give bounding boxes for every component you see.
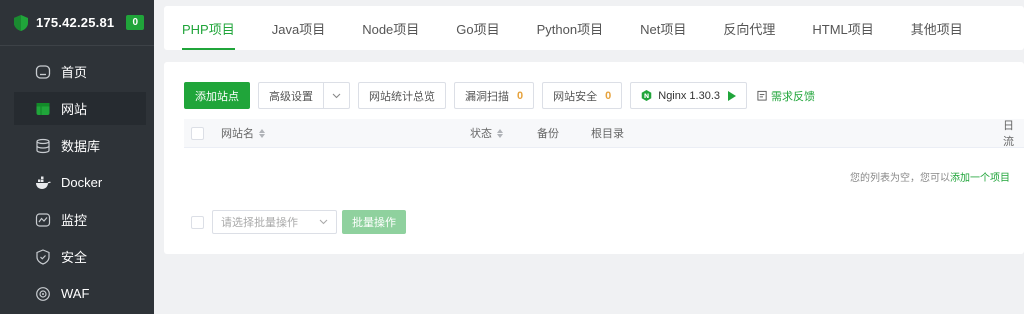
docker-icon [35,175,51,191]
sidebar-item-label: 安全 [61,250,88,265]
sidebar-item-label: 监控 [61,213,88,228]
shield-check-icon [35,248,51,265]
server-header: 175.42.25.81 0 [0,0,154,46]
sidebar-menu: 首页 网站 数据库 Docker 监控 安全 WAF [0,53,154,312]
tab-php[interactable]: PHP项目 [182,6,235,50]
tab-html[interactable]: HTML项目 [812,6,873,50]
batch-select[interactable]: 请选择批量操作 [212,210,337,234]
monitor-icon [35,212,51,228]
toolbar: 添加站点 高级设置 网站统计总览 漏洞扫描 0 网站安全 0 N Nginx 1… [184,82,815,109]
database-icon [35,138,51,154]
tab-go[interactable]: Go项目 [456,6,499,50]
table-header: 网站名 状态 备份 根目录 日流 [184,119,1024,148]
sidebar-item-label: 网站 [61,102,88,117]
server-ip: 175.42.25.81 [36,15,115,30]
nginx-button[interactable]: N Nginx 1.30.3 [630,82,748,109]
waf-icon [35,286,51,302]
batch-actions: 请选择批量操作 批量操作 [191,210,406,234]
home-icon [35,64,51,80]
column-daily-traffic: 日流 [1003,120,1014,148]
sidebar-item-waf[interactable]: WAF [0,275,154,312]
column-status[interactable]: 状态 [470,125,503,141]
sidebar-item-label: 数据库 [61,139,101,154]
website-icon [35,101,51,117]
sidebar-item-security[interactable]: 安全 [0,238,154,275]
site-security-label: 网站安全 [553,90,598,103]
feedback-label: 需求反馈 [771,90,816,103]
advanced-settings-button[interactable]: 高级设置 [258,82,350,109]
batch-action-button[interactable]: 批量操作 [342,210,406,234]
tab-reverse-proxy[interactable]: 反向代理 [723,6,775,50]
nginx-icon: N [641,90,652,101]
security-count: 0 [605,89,612,102]
chevron-down-icon[interactable] [323,83,349,108]
server-badge[interactable]: 0 [126,15,145,30]
empty-message: 您的列表为空，您可以添加一个项目 [850,173,1010,184]
column-root-dir: 根目录 [591,128,624,140]
sidebar-item-home[interactable]: 首页 [0,53,154,90]
sort-icon [259,128,265,138]
chevron-down-icon [319,219,328,225]
advanced-settings-label: 高级设置 [269,90,313,103]
nginx-version: Nginx 1.30.3 [658,89,721,102]
site-stats-button[interactable]: 网站统计总览 [358,82,446,109]
batch-select-placeholder: 请选择批量操作 [221,217,298,229]
sidebar-item-monitor[interactable]: 监控 [0,201,154,238]
project-tabs: PHP项目 Java项目 Node项目 Go项目 Python项目 Net项目 … [164,6,1024,50]
feedback-link[interactable]: 需求反馈 [757,88,815,104]
column-backup: 备份 [537,128,559,140]
sidebar-item-label: Docker [61,175,103,190]
site-panel: 添加站点 高级设置 网站统计总览 漏洞扫描 0 网站安全 0 N Nginx 1… [164,62,1024,254]
tab-node[interactable]: Node项目 [362,6,419,50]
tab-python[interactable]: Python项目 [537,6,603,50]
sidebar-item-label: WAF [61,286,90,301]
play-icon [728,90,737,101]
sidebar-item-website[interactable]: 网站 [0,90,154,127]
table-divider [184,147,1024,148]
column-site-name[interactable]: 网站名 [221,125,265,141]
select-all-checkbox[interactable] [191,126,204,140]
sidebar: 175.42.25.81 0 首页 网站 数据库 Docker 监控 安全 WA… [0,0,154,314]
shield-logo-icon [14,14,28,31]
site-security-button[interactable]: 网站安全 0 [542,82,623,109]
vuln-count: 0 [517,89,524,102]
edit-icon [757,90,767,101]
sidebar-item-database[interactable]: 数据库 [0,127,154,164]
tab-other[interactable]: 其他项目 [911,6,963,50]
add-project-link[interactable]: 添加一个项目 [950,173,1010,184]
add-site-button[interactable]: 添加站点 [184,82,250,109]
tab-net[interactable]: Net项目 [640,6,686,50]
sidebar-item-label: 首页 [61,65,88,80]
sort-icon [497,128,503,138]
sidebar-item-docker[interactable]: Docker [0,164,154,201]
batch-checkbox[interactable] [191,215,204,229]
vuln-scan-button[interactable]: 漏洞扫描 0 [454,82,535,109]
svg-text:N: N [644,92,649,100]
tab-java[interactable]: Java项目 [272,6,325,50]
vuln-scan-label: 漏洞扫描 [465,90,509,103]
